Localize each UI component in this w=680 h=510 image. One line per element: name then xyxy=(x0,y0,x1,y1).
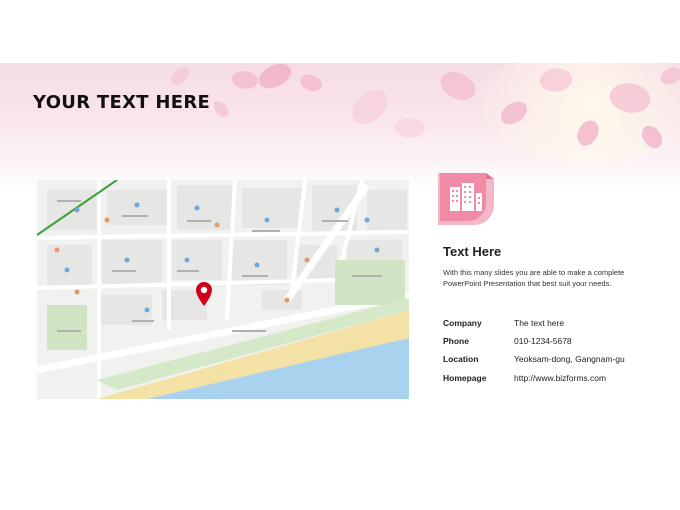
location-pin-icon xyxy=(196,282,212,306)
street-map xyxy=(37,180,409,399)
info-value: The text here xyxy=(514,318,565,328)
info-label: Phone xyxy=(443,336,469,346)
info-label: Homepage xyxy=(443,373,487,383)
homepage-link[interactable]: http://www.bizforms.com xyxy=(514,373,606,383)
building-icon-tab xyxy=(438,173,494,225)
card-description: With this many slides you are able to ma… xyxy=(443,268,625,288)
info-label: Company xyxy=(443,318,482,328)
info-value: 010-1234-5678 xyxy=(514,336,572,346)
slide-title: YOUR TEXT HERE xyxy=(33,92,211,113)
info-label: Location xyxy=(443,354,479,364)
info-value: Yeoksam-dong, Gangnam-gu xyxy=(514,354,625,364)
header-banner xyxy=(0,63,680,188)
card-heading: Text Here xyxy=(443,244,502,259)
